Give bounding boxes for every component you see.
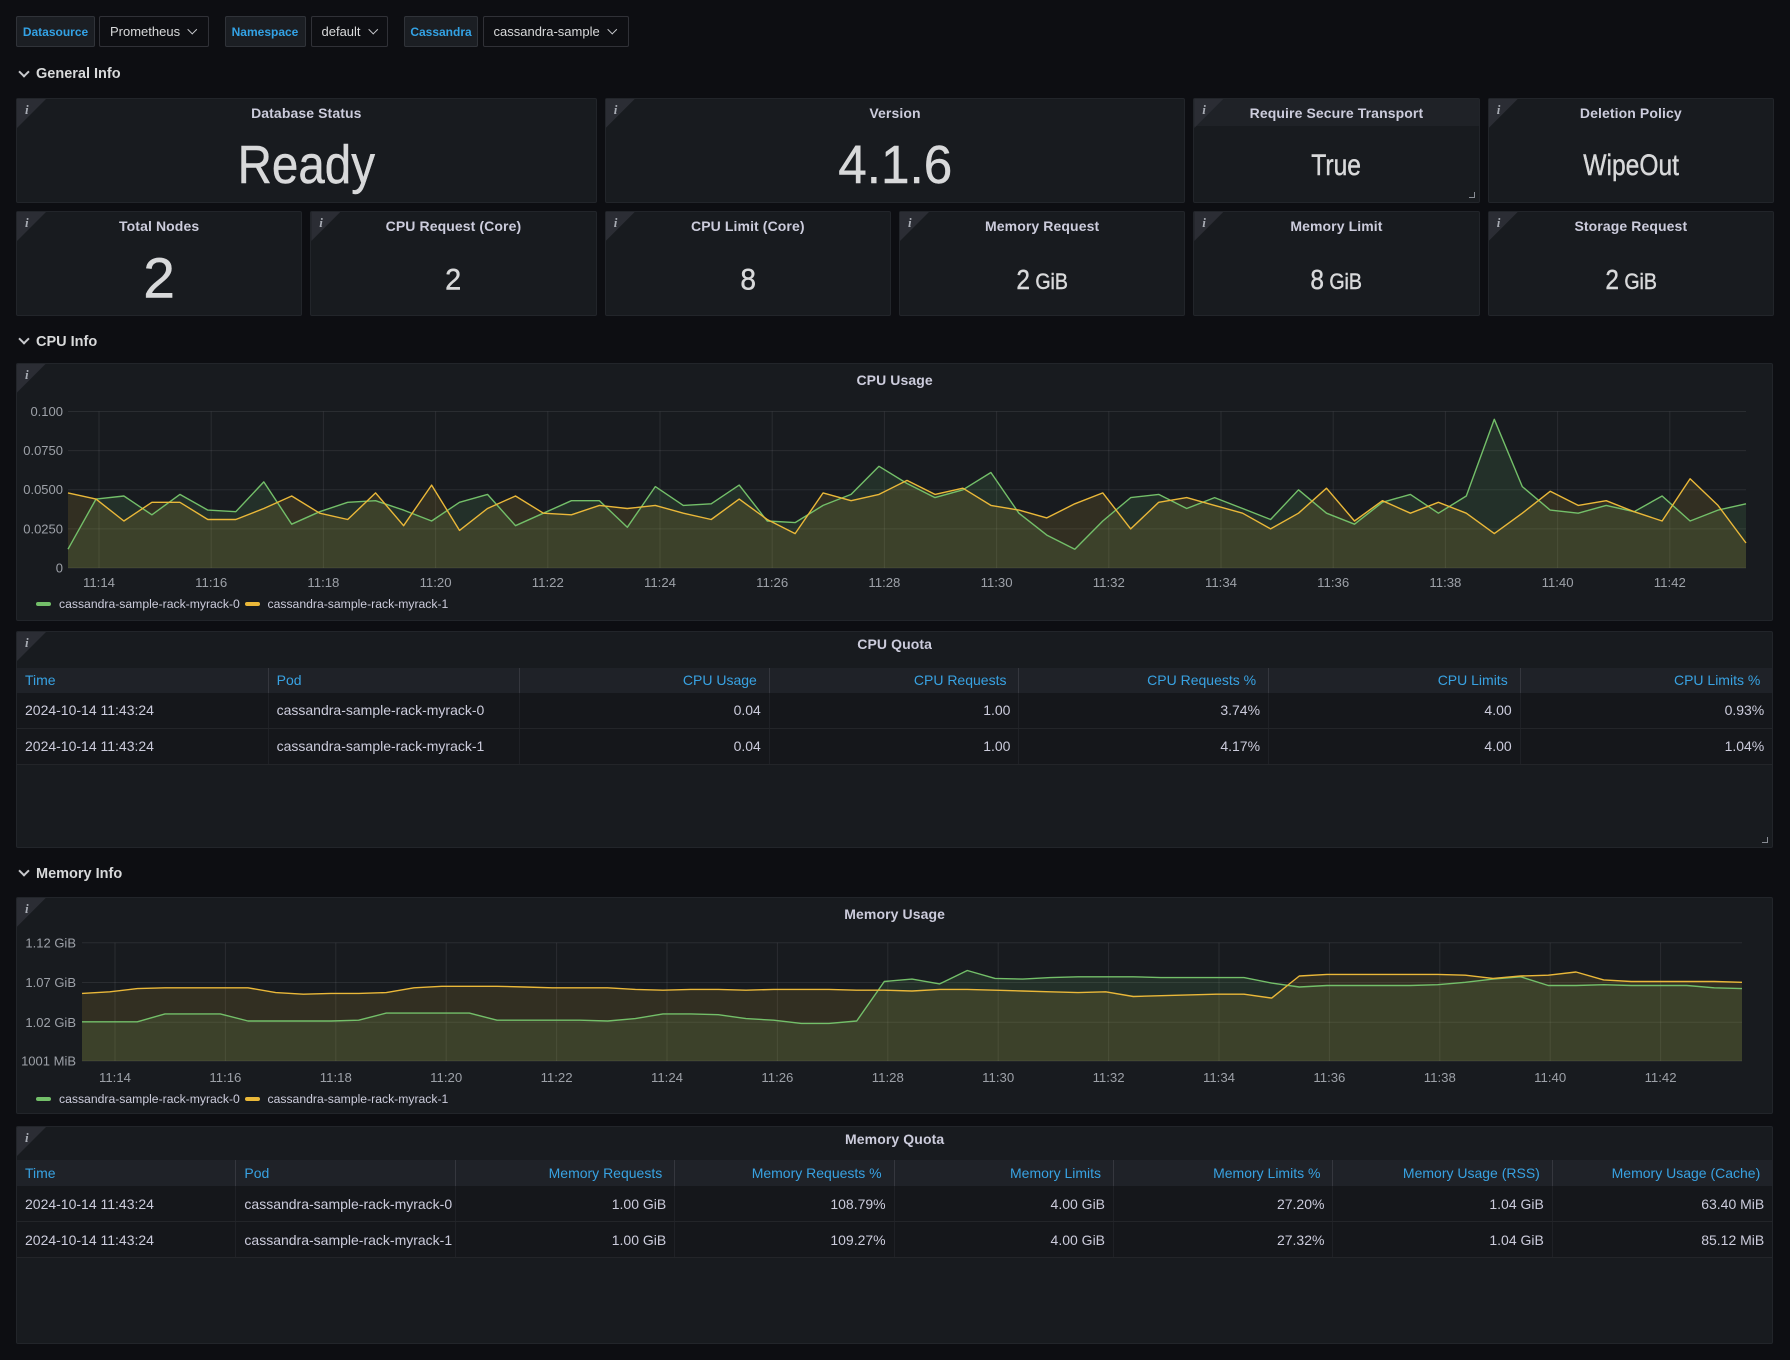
svg-text:11:34: 11:34: [1203, 1070, 1235, 1085]
svg-text:11:38: 11:38: [1424, 1070, 1456, 1085]
svg-text:0.100: 0.100: [30, 404, 63, 419]
svg-text:11:26: 11:26: [761, 1070, 793, 1085]
svg-text:11:40: 11:40: [1534, 1070, 1566, 1085]
svg-text:1.07 GiB: 1.07 GiB: [25, 975, 76, 990]
svg-text:11:16: 11:16: [209, 1070, 241, 1085]
svg-text:11:36: 11:36: [1317, 575, 1349, 590]
svg-text:11:36: 11:36: [1313, 1070, 1345, 1085]
svg-text:11:32: 11:32: [1093, 575, 1125, 590]
svg-text:11:14: 11:14: [83, 575, 115, 590]
svg-text:11:22: 11:22: [541, 1070, 573, 1085]
svg-text:11:14: 11:14: [99, 1070, 131, 1085]
svg-text:11:16: 11:16: [195, 575, 227, 590]
svg-text:11:24: 11:24: [644, 575, 676, 590]
svg-text:11:42: 11:42: [1654, 575, 1686, 590]
svg-text:1.12 GiB: 1.12 GiB: [25, 935, 76, 950]
svg-text:11:18: 11:18: [307, 575, 339, 590]
svg-text:11:40: 11:40: [1542, 575, 1574, 590]
svg-text:11:28: 11:28: [868, 575, 900, 590]
svg-text:11:26: 11:26: [756, 575, 788, 590]
svg-text:11:24: 11:24: [651, 1070, 683, 1085]
svg-text:11:20: 11:20: [430, 1070, 462, 1085]
svg-text:1001 MiB: 1001 MiB: [21, 1053, 76, 1068]
svg-text:11:38: 11:38: [1429, 575, 1461, 590]
svg-text:11:32: 11:32: [1093, 1070, 1125, 1085]
svg-text:11:28: 11:28: [872, 1070, 904, 1085]
svg-text:11:30: 11:30: [982, 1070, 1014, 1085]
svg-text:11:20: 11:20: [420, 575, 452, 590]
svg-text:11:42: 11:42: [1645, 1070, 1677, 1085]
svg-text:0.0750: 0.0750: [23, 443, 63, 458]
svg-text:0.0250: 0.0250: [23, 521, 63, 536]
svg-text:1.02 GiB: 1.02 GiB: [25, 1014, 76, 1029]
svg-text:11:34: 11:34: [1205, 575, 1237, 590]
svg-text:11:30: 11:30: [981, 575, 1013, 590]
svg-text:11:22: 11:22: [532, 575, 564, 590]
svg-text:0.0500: 0.0500: [23, 482, 63, 497]
svg-text:0: 0: [56, 560, 63, 575]
svg-text:11:18: 11:18: [320, 1070, 352, 1085]
